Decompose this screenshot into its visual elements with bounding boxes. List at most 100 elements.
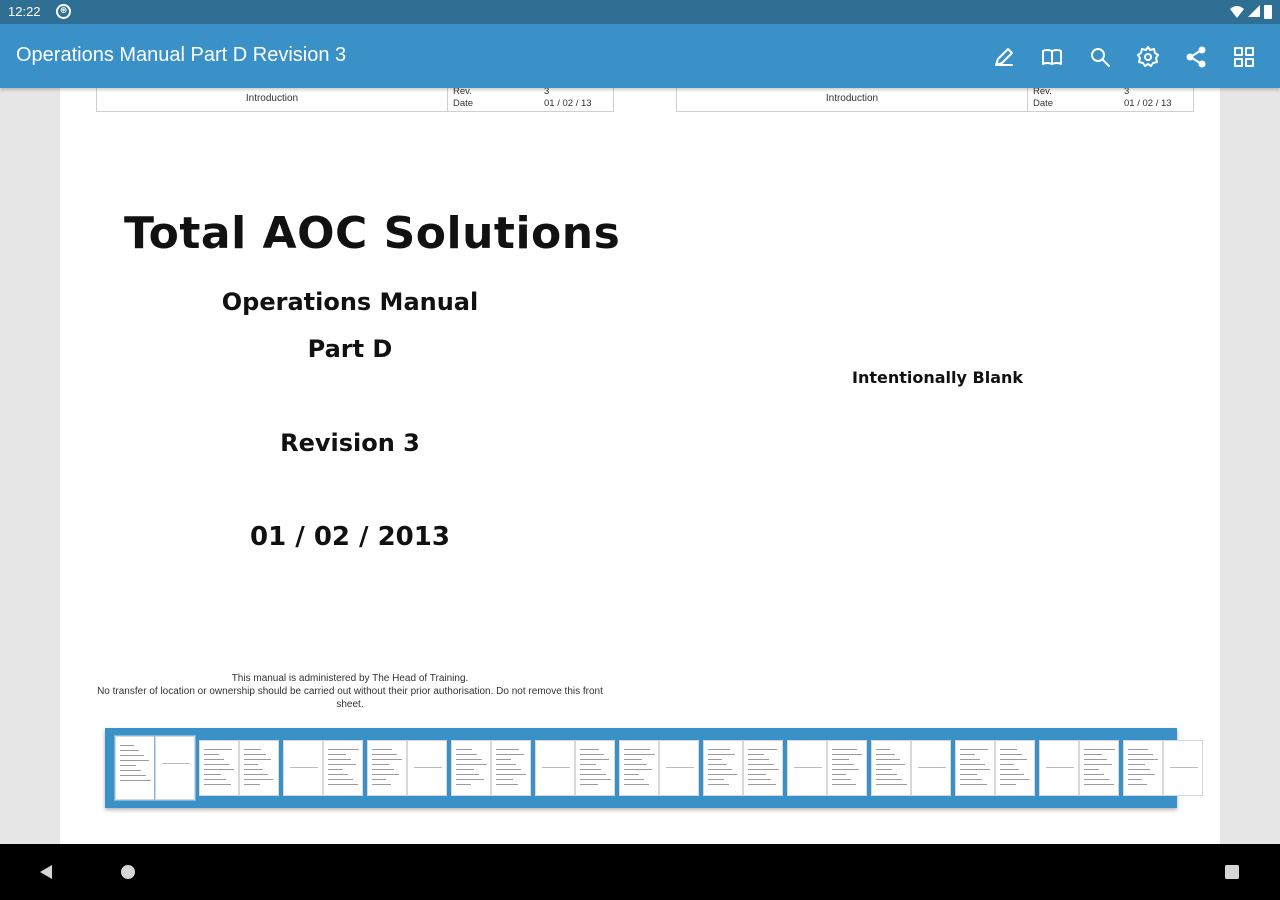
- thumbnail-text-line: [1170, 767, 1198, 768]
- open-book-icon: [1042, 49, 1062, 65]
- manual-company-title: Total AOC Solutions: [124, 208, 621, 259]
- thumbnail-text-line: [372, 764, 389, 765]
- page-thumbnail[interactable]: [575, 740, 615, 796]
- thumbnail-grid-button[interactable]: [1220, 40, 1268, 74]
- page-thumbnail[interactable]: [154, 735, 196, 801]
- right-page-header: Introduction Rev. 3 Date 01 / 02 / 13: [676, 86, 1194, 112]
- thumbnail-text-line: [624, 754, 655, 755]
- thumbnail-text-line: [624, 774, 639, 775]
- thumbnail-text-line: [456, 759, 482, 760]
- thumbnail-text-line: [1000, 774, 1024, 775]
- thumbnail-text-line: [120, 745, 134, 746]
- thumbnail-text-line: [1000, 769, 1019, 770]
- page-thumbnail-strip[interactable]: [105, 728, 1203, 808]
- page-thumbnail[interactable]: [1123, 740, 1163, 796]
- thumbnail-text-line: [1128, 784, 1147, 785]
- thumbnail-text-line: [120, 765, 136, 766]
- page-thumbnail[interactable]: [1079, 740, 1119, 796]
- thumbnail-text-line: [244, 784, 260, 785]
- date-label: Date: [453, 98, 474, 109]
- thumbnail-text-line: [1000, 754, 1022, 755]
- thumbnail-text-line: [1084, 754, 1102, 755]
- status-bar: 12:22 ⊛: [0, 0, 1280, 24]
- header-meta: Rev. 3 Date 01 / 02 / 13: [447, 86, 592, 111]
- thumbnail-text-line: [876, 774, 897, 775]
- settings-button[interactable]: [1124, 40, 1172, 74]
- thumbnail-text-line: [1128, 749, 1148, 750]
- page-thumbnail[interactable]: [827, 740, 867, 796]
- footer-line-2: No transfer of location or ownership sho…: [97, 686, 603, 710]
- thumbnail-text-line: [328, 779, 353, 780]
- thumbnail-text-line: [580, 779, 611, 780]
- page-thumbnail[interactable]: [323, 740, 363, 796]
- thumbnail-text-line: [748, 764, 774, 765]
- thumbnail-text-line: [456, 769, 474, 770]
- thumbnail-text-line: [496, 779, 513, 780]
- thumbnail-text-line: [708, 749, 730, 750]
- page-thumbnail[interactable]: [1163, 740, 1203, 796]
- thumbnail-text-line: [624, 779, 644, 780]
- page-thumbnail[interactable]: [491, 740, 531, 796]
- reading-mode-button[interactable]: [1028, 40, 1076, 74]
- page-thumbnail[interactable]: [367, 740, 407, 796]
- page-thumbnail[interactable]: [743, 740, 783, 796]
- page-thumbnail[interactable]: [871, 740, 911, 796]
- page-thumbnail[interactable]: [955, 740, 995, 796]
- thumbnail-text-line: [372, 759, 402, 760]
- page-thumbnail[interactable]: [703, 740, 743, 796]
- page-thumbnail[interactable]: [1039, 740, 1079, 796]
- page-thumbnail[interactable]: [283, 740, 323, 796]
- page-thumbnail[interactable]: [911, 740, 951, 796]
- date-label: Date: [1033, 98, 1054, 109]
- left-page-header: Introduction Rev. 3 Date 01 / 02 / 13: [96, 86, 614, 112]
- thumbnail-text-line: [960, 784, 987, 785]
- header-meta: Rev. 3 Date 01 / 02 / 13: [1027, 86, 1172, 111]
- thumbnail-text-line: [204, 754, 219, 755]
- thumbnail-text-line: [120, 755, 144, 756]
- back-icon[interactable]: [40, 865, 52, 879]
- page-thumbnail[interactable]: [239, 740, 279, 796]
- thumbnail-text-line: [624, 749, 650, 750]
- thumbnail-text-line: [580, 759, 609, 760]
- thumbnail-text-line: [1000, 749, 1017, 750]
- app-bar: Operations Manual Part D Revision 3: [0, 24, 1280, 88]
- thumbnail-text-line: [372, 774, 399, 775]
- page-thumbnail[interactable]: [451, 740, 491, 796]
- thumbnail-text-line: [162, 763, 190, 764]
- search-button[interactable]: [1076, 40, 1124, 74]
- sync-badge-icon: ⊛: [56, 4, 71, 19]
- thumbnail-text-line: [1084, 774, 1104, 775]
- page-thumbnail[interactable]: [407, 740, 447, 796]
- home-icon[interactable]: [121, 865, 135, 879]
- page-thumbnail[interactable]: [199, 740, 239, 796]
- thumbnail-text-line: [624, 784, 649, 785]
- thumbnail-text-line: [328, 784, 358, 785]
- page-thumbnail[interactable]: [995, 740, 1035, 796]
- thumbnail-text-line: [832, 749, 857, 750]
- manual-revision: Revision 3: [280, 429, 420, 457]
- thumbnail-text-line: [372, 784, 391, 785]
- page-thumbnail[interactable]: [787, 740, 827, 796]
- cell-signal-icon: [1248, 5, 1260, 17]
- recents-icon[interactable]: [1225, 865, 1239, 879]
- thumbnail-text-line: [832, 759, 849, 760]
- header-section: Introduction: [245, 93, 299, 104]
- navigation-bar: [0, 844, 1280, 900]
- thumbnail-text-line: [372, 754, 397, 755]
- annotate-button[interactable]: [980, 40, 1028, 74]
- thumbnail-text-line: [960, 764, 985, 765]
- thumbnail-text-line: [960, 779, 982, 780]
- page-thumbnail[interactable]: [619, 740, 659, 796]
- thumbnail-text-line: [580, 764, 596, 765]
- thumbnail-text-line: [204, 764, 229, 765]
- document-title: Operations Manual Part D Revision 3: [16, 44, 347, 66]
- manual-date: 01 / 02 / 2013: [250, 522, 450, 552]
- page-thumbnail[interactable]: [114, 735, 156, 801]
- thumbnail-text-line: [708, 754, 735, 755]
- share-button[interactable]: [1172, 40, 1220, 74]
- page-thumbnail[interactable]: [535, 740, 575, 796]
- thumbnail-text-line: [876, 764, 905, 765]
- page-thumbnail[interactable]: [659, 740, 699, 796]
- thumbnail-text-line: [244, 749, 261, 750]
- thumbnail-text-line: [1128, 754, 1153, 755]
